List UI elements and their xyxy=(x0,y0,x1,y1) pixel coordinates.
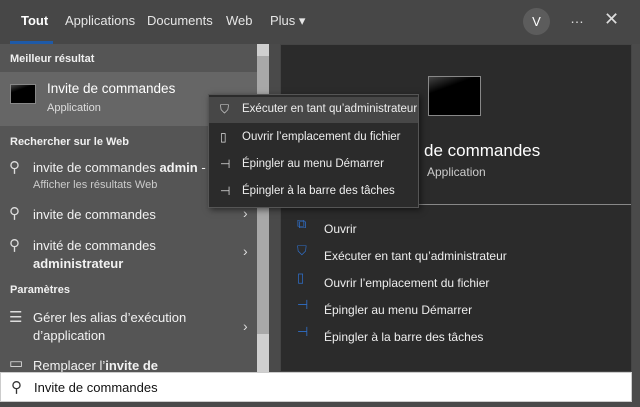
best-result-subtitle: Application xyxy=(47,102,101,114)
web-result-text-line2: administrateur xyxy=(33,256,124,271)
more-icon[interactable]: … xyxy=(570,10,584,26)
avatar[interactable]: V xyxy=(523,8,550,35)
menu-pin-start[interactable]: ⊣ Épingler au menu Démarrer xyxy=(209,152,418,178)
section-settings: Paramètres xyxy=(10,284,70,296)
tab-applications[interactable]: Applications xyxy=(65,13,135,28)
best-result-title: Invite de commandes xyxy=(47,81,176,96)
section-web: Rechercher sur le Web xyxy=(10,136,130,148)
search-box[interactable]: ⚲ Invite de commandes xyxy=(0,372,632,402)
list-icon: ☰ xyxy=(9,309,23,326)
tab-documents[interactable]: Documents xyxy=(147,13,213,28)
search-icon: ⚲ xyxy=(9,205,20,222)
tab-tout[interactable]: Tout xyxy=(21,13,48,28)
close-icon[interactable]: ✕ xyxy=(604,9,619,30)
shield-icon: ⛉ xyxy=(297,243,307,258)
section-best-result: Meilleur résultat xyxy=(10,53,95,65)
web-result-text: invité de commandes xyxy=(33,238,156,253)
shield-icon: ⛉ xyxy=(220,102,230,116)
pin-icon: ⊣ xyxy=(297,324,309,339)
search-input[interactable]: Invite de commandes xyxy=(34,380,158,395)
cmd-app-large-icon xyxy=(428,76,481,116)
web-result-text: invite de commandes xyxy=(33,207,156,222)
settings-item-text-line2: d’application xyxy=(33,328,106,343)
menu-open-location[interactable]: ▯ Ouvrir l’emplacement du fichier xyxy=(209,125,418,151)
action-pin-taskbar[interactable]: ⊣ Épingler à la barre des tâches xyxy=(281,324,631,350)
tab-plus[interactable]: Plus ▾ xyxy=(270,13,305,29)
folder-icon: ▯ xyxy=(220,130,227,144)
cmd-app-icon xyxy=(10,84,36,104)
open-icon: ⧉ xyxy=(297,216,307,231)
action-open-location[interactable]: ▯ Ouvrir l’emplacement du fichier xyxy=(281,270,631,296)
chevron-right-icon[interactable]: › xyxy=(243,318,248,334)
action-open[interactable]: ⧉ Ouvrir xyxy=(281,216,631,242)
settings-item-text: Gérer les alias d’exécution xyxy=(33,310,187,325)
search-icon: ⚲ xyxy=(11,379,22,396)
search-icon: ⚲ xyxy=(9,159,20,176)
tab-web[interactable]: Web xyxy=(226,13,253,28)
web-result-item[interactable]: ⚲ invité de commandes administrateur › xyxy=(0,234,257,274)
settings-item[interactable]: ☰ Gérer les alias d’exécution d’applicat… xyxy=(0,306,257,346)
menu-run-as-admin[interactable]: ⛉ Exécuter en tant qu’administrateur xyxy=(209,97,418,123)
action-pin-start[interactable]: ⊣ Épingler au menu Démarrer xyxy=(281,297,631,323)
top-bar: Tout Applications Documents Web Plus ▾ V… xyxy=(0,0,640,44)
chevron-right-icon[interactable]: › xyxy=(243,243,248,259)
web-result-subtitle: Afficher les résultats Web xyxy=(33,179,158,191)
settings-item[interactable]: ▭ Remplacer l’invite de xyxy=(0,354,257,372)
pin-icon: ⊣ xyxy=(220,184,231,198)
display-icon: ▭ xyxy=(9,355,24,372)
menu-pin-taskbar[interactable]: ⊣ Épingler à la barre des tâches xyxy=(209,179,418,205)
pin-icon: ⊣ xyxy=(297,297,309,312)
action-run-as-admin[interactable]: ⛉ Exécuter en tant qu’administrateur xyxy=(281,243,631,269)
folder-icon: ▯ xyxy=(297,270,305,285)
context-menu: ⛉ Exécuter en tant qu’administrateur ▯ Ouv… xyxy=(208,94,419,208)
search-icon: ⚲ xyxy=(9,237,20,254)
preview-subtitle: Application xyxy=(427,165,486,179)
pin-icon: ⊣ xyxy=(220,157,231,171)
preview-title: de commandes xyxy=(424,141,541,160)
